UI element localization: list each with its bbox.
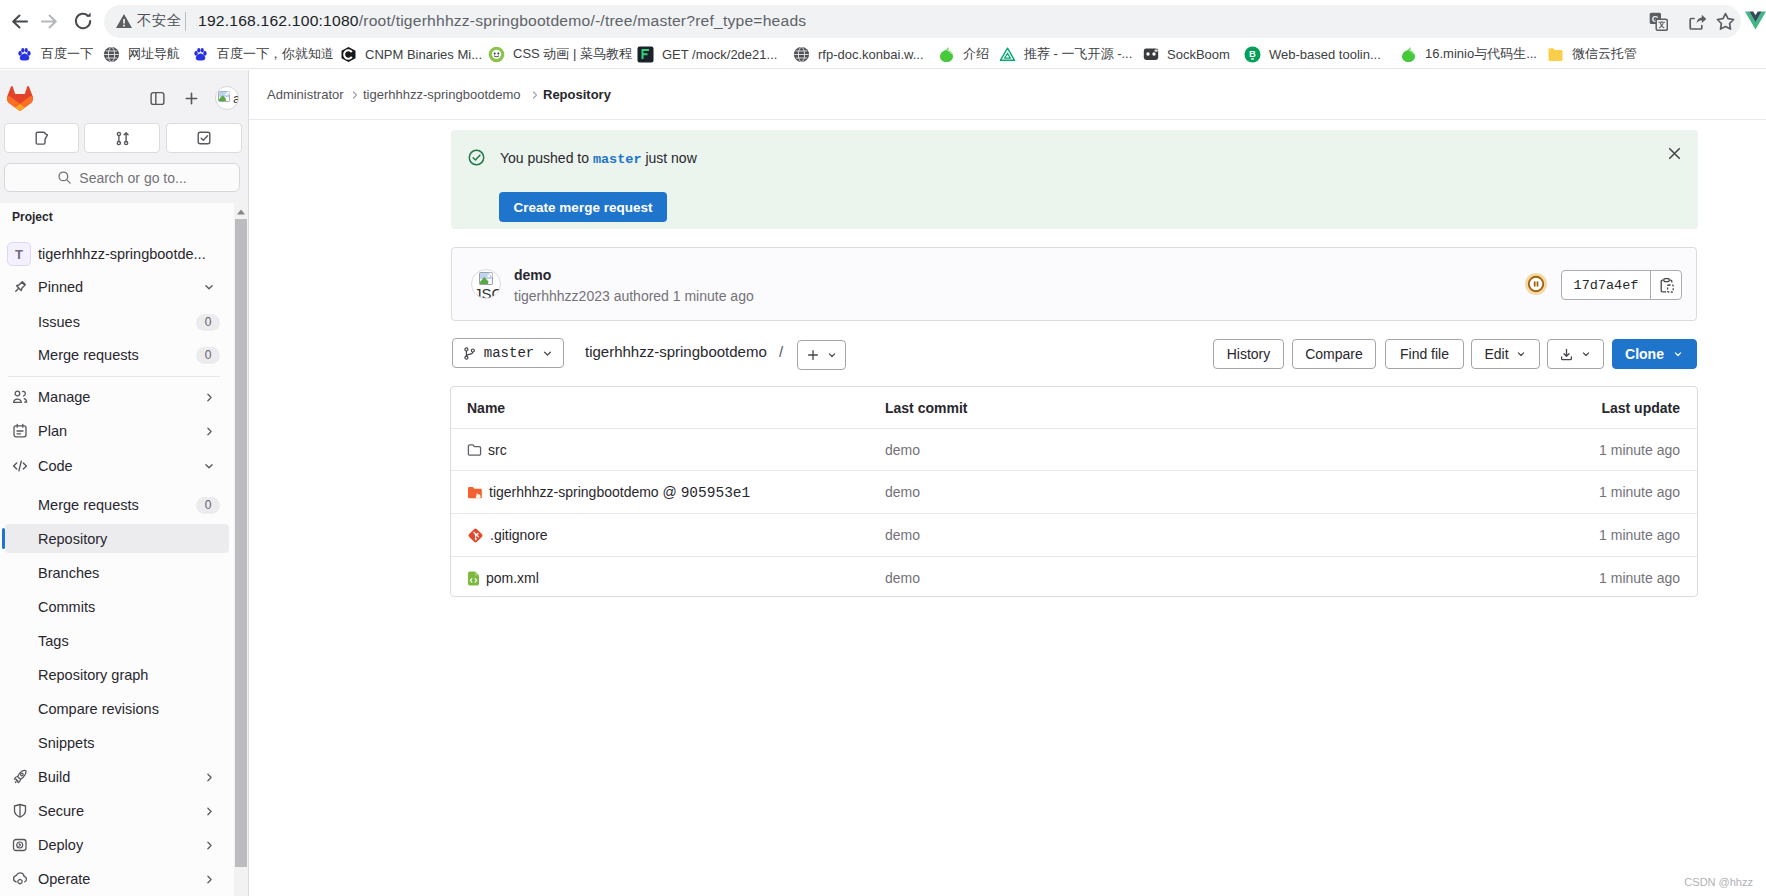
svg-text:B: B xyxy=(1249,48,1256,59)
